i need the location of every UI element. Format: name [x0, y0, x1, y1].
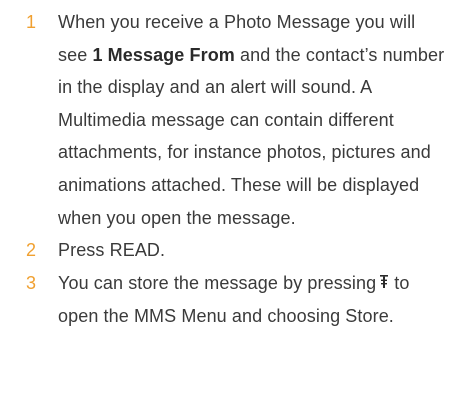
step-text-after: and the contact’s number in the display …: [58, 44, 445, 228]
step-text: You can store the message by pressing to …: [58, 267, 446, 333]
instruction-steps: 1 When you receive a Photo Message you w…: [26, 6, 446, 333]
step-number: 1: [26, 12, 37, 32]
step-text: Press READ.: [58, 240, 166, 261]
step-1: 1 When you receive a Photo Message you w…: [26, 6, 446, 234]
step-number: 3: [26, 272, 37, 293]
step-number: 2: [26, 240, 37, 261]
step-text-before: You can store the message by pressing: [58, 272, 377, 293]
step-text: When you receive a Photo Message you wil…: [58, 6, 446, 234]
step-3: 3 You can store the message by pressing t…: [26, 267, 446, 333]
step-2: 2 Press READ.: [26, 234, 446, 267]
menu-key-icon: [380, 266, 389, 299]
message-from-label: 1 Message From: [92, 44, 235, 65]
